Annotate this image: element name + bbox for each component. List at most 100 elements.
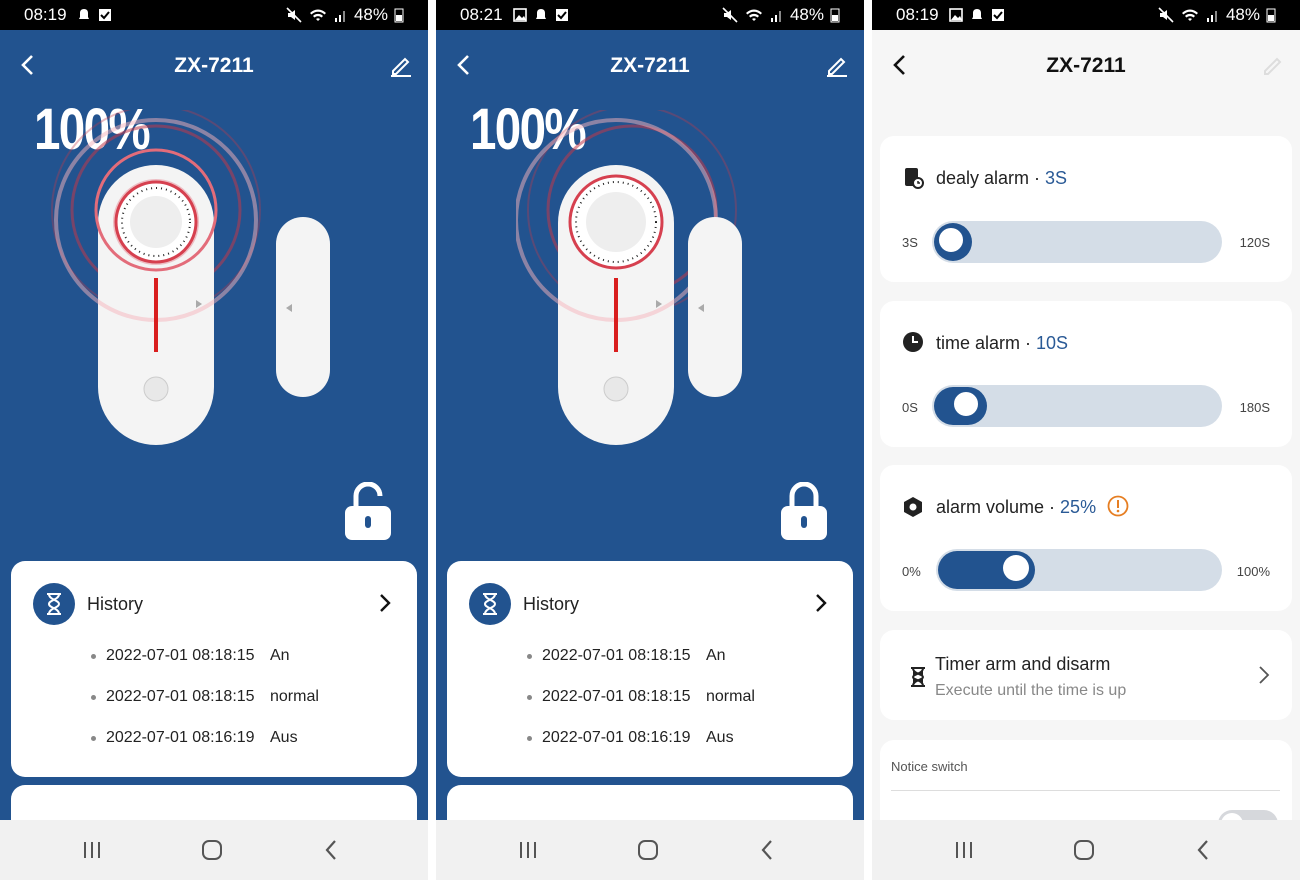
time-alarm-value: 10S <box>1036 333 1069 353</box>
chevron-right-icon[interactable] <box>377 591 393 615</box>
device-title: ZX-7211 <box>1046 54 1126 77</box>
door-alarm-device-illustration <box>516 110 742 445</box>
battery-percent: 48% <box>789 5 824 24</box>
wifi-icon <box>309 9 326 21</box>
system-navigation-bar <box>436 820 864 880</box>
delay-alarm-slider[interactable] <box>932 221 1222 263</box>
time-alarm-min: 0S <box>902 400 918 415</box>
alarm-volume-card: alarm volume · 25% 0% 100% <box>880 465 1292 611</box>
mute-icon <box>286 7 302 23</box>
signal-icon <box>1206 11 1217 22</box>
history-entry: 2022-07-01 08:18:15 An <box>91 647 290 665</box>
alarm-volume-slider[interactable] <box>936 549 1222 591</box>
history-title: History <box>523 594 580 614</box>
top-app-bar: ZX-7211 <box>872 30 1300 100</box>
mute-icon <box>722 7 738 23</box>
status-bar: 08:19 48% <box>0 0 428 30</box>
recents-icon[interactable] <box>516 838 540 862</box>
mute-icon <box>1158 7 1174 23</box>
time-alarm-slider[interactable] <box>932 385 1222 427</box>
history-entry: 2022-07-01 08:16:19 Aus <box>527 729 734 747</box>
system-navigation-bar <box>872 820 1300 880</box>
image-notification-icon <box>512 8 527 22</box>
divider <box>891 790 1280 791</box>
nav-back-icon[interactable] <box>1192 838 1216 862</box>
timer-hourglass-icon <box>911 667 925 687</box>
delay-alarm-min: 3S <box>902 235 918 250</box>
delay-alarm-value: 3S <box>1045 168 1068 188</box>
history-entry: 2022-07-01 08:18:15 normal <box>91 688 319 706</box>
alarm-volume-label: alarm volume · 25% <box>936 497 1097 517</box>
status-time: 08:19 <box>896 5 939 24</box>
signal-icon <box>770 11 781 22</box>
bell-icon <box>535 9 546 19</box>
edit-pencil-icon[interactable] <box>388 52 414 78</box>
history-entry: 2022-07-01 08:18:15 An <box>527 647 726 665</box>
home-icon[interactable] <box>1072 838 1096 862</box>
chevron-right-icon[interactable] <box>813 591 829 615</box>
history-entry: 2022-07-01 08:18:15 normal <box>527 688 755 706</box>
time-alarm-label: time alarm · 10S <box>936 333 1069 353</box>
checkbox-notification-icon <box>555 9 568 21</box>
battery-icon <box>394 8 404 23</box>
top-app-bar: ZX-7211 <box>0 30 428 100</box>
timer-subtitle: Execute until the time is up <box>935 682 1127 699</box>
phone-screen-device-alarm: 08:21 48% ZX-7211 100% History 2022-07-0… <box>436 0 864 880</box>
slider-thumb[interactable] <box>951 389 982 419</box>
alarm-volume-value: 25% <box>1060 497 1097 517</box>
notice-switch-label: Notice switch <box>891 759 968 774</box>
delay-alarm-icon <box>905 168 924 189</box>
home-icon[interactable] <box>200 838 224 862</box>
unlock-icon[interactable] <box>342 482 394 542</box>
battery-icon <box>830 8 840 23</box>
nav-back-icon[interactable] <box>756 838 780 862</box>
bell-icon <box>971 9 982 19</box>
device-title: ZX-7211 <box>174 54 254 77</box>
timer-arm-card[interactable]: Timer arm and disarm Execute until the t… <box>880 630 1292 720</box>
edit-pencil-icon[interactable] <box>824 52 850 78</box>
nav-back-icon[interactable] <box>320 838 344 862</box>
history-title: History <box>87 594 144 614</box>
device-title: ZX-7211 <box>610 54 690 77</box>
slider-thumb[interactable] <box>936 225 966 255</box>
edit-pencil-icon <box>1264 57 1282 75</box>
warning-icon[interactable] <box>1107 495 1129 517</box>
history-entry: 2022-07-01 08:16:19 Aus <box>91 729 298 747</box>
status-bar: 08:21 48% <box>436 0 864 30</box>
status-time: 08:21 <box>460 5 503 24</box>
clock-icon <box>903 332 923 352</box>
lock-icon[interactable] <box>778 482 830 542</box>
hourglass-icon <box>469 583 511 625</box>
volume-hex-icon <box>904 497 922 517</box>
slider-thumb[interactable] <box>1003 555 1029 581</box>
door-alarm-device-illustration <box>51 110 330 445</box>
alarm-volume-max: 100% <box>1236 564 1270 579</box>
battery-icon <box>1266 8 1276 23</box>
delay-alarm-card: dealy alarm · 3S 3S 120S <box>880 136 1292 282</box>
wifi-icon <box>745 9 762 21</box>
chevron-right-icon[interactable] <box>1258 665 1270 685</box>
history-card[interactable]: History 2022-07-01 08:18:15 An 2022-07-01… <box>447 561 853 777</box>
delay-alarm-label: dealy alarm · 3S <box>936 168 1068 188</box>
status-time: 08:19 <box>24 5 67 24</box>
checkbox-notification-icon <box>991 9 1004 21</box>
top-app-bar: ZX-7211 <box>436 30 864 100</box>
battery-percent: 48% <box>353 5 388 24</box>
wifi-icon <box>1181 9 1198 21</box>
bell-icon <box>78 9 89 19</box>
system-navigation-bar <box>0 820 428 880</box>
status-bar: 08:19 48% <box>872 0 1300 30</box>
recents-icon[interactable] <box>80 838 104 862</box>
phone-screen-device-unlocked: 08:19 48% ZX-7211 100% History 2022-07-0… <box>0 0 428 880</box>
recents-icon[interactable] <box>952 838 976 862</box>
phone-screen-settings: 08:19 48% ZX-7211 dealy alarm · 3S 3S 12… <box>872 0 1300 880</box>
delay-alarm-max: 120S <box>1239 235 1270 250</box>
hourglass-icon <box>33 583 75 625</box>
timer-title: Timer arm and disarm <box>935 654 1111 674</box>
home-icon[interactable] <box>636 838 660 862</box>
checkbox-notification-icon <box>98 9 111 21</box>
alarm-volume-min: 0% <box>902 564 921 579</box>
history-card[interactable]: History 2022-07-01 08:18:15 An 2022-07-01… <box>11 561 417 777</box>
image-notification-icon <box>948 8 963 22</box>
battery-percent: 48% <box>1225 5 1260 24</box>
